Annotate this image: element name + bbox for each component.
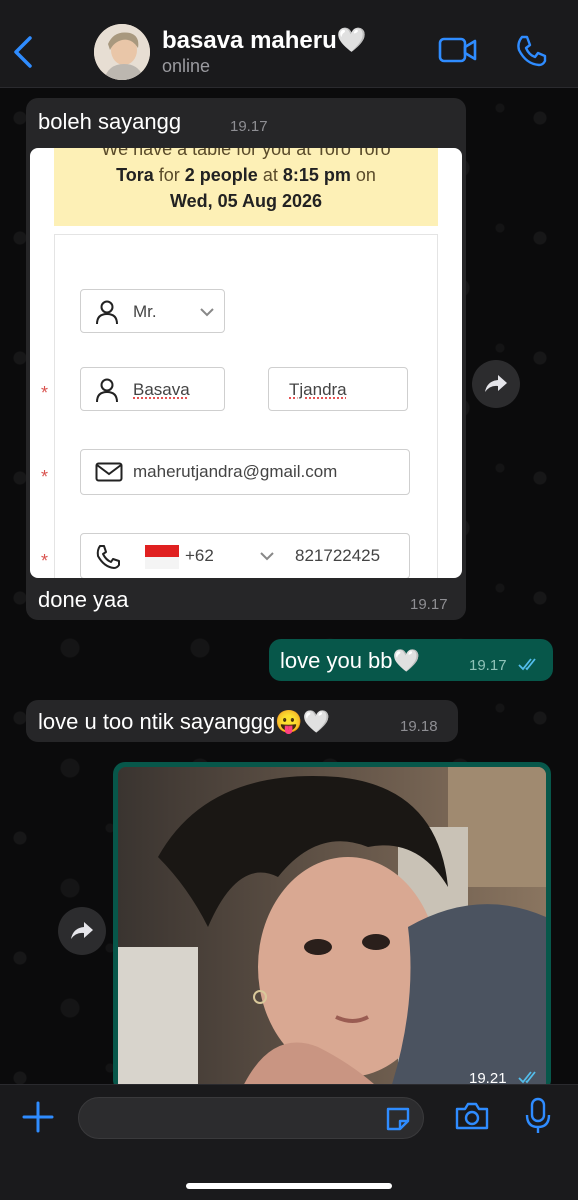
booking-banner: We have a table for you at Toro Toro Tor… bbox=[54, 148, 438, 226]
first-name-value: Basava bbox=[133, 380, 190, 399]
contact-status: online bbox=[162, 56, 211, 76]
chat-header: basava maheru🤍 online bbox=[0, 0, 578, 88]
message-time: 19.18 bbox=[400, 718, 438, 735]
title-select[interactable]: Mr. bbox=[80, 289, 225, 333]
forward-icon bbox=[71, 922, 93, 939]
last-name-value: Tjandra bbox=[289, 380, 347, 399]
message-time: 19.17 bbox=[410, 596, 448, 613]
contact-avatar[interactable] bbox=[94, 24, 150, 80]
read-ticks-icon bbox=[518, 658, 536, 671]
home-indicator bbox=[186, 1183, 392, 1189]
contact-name[interactable]: basava maheru🤍 bbox=[162, 26, 367, 55]
sticker-icon[interactable] bbox=[384, 1105, 412, 1133]
phone-icon[interactable] bbox=[514, 34, 548, 68]
person-icon bbox=[96, 378, 118, 403]
phone-value: 821722425 bbox=[295, 546, 381, 565]
message-input[interactable] bbox=[78, 1097, 424, 1139]
last-name-field[interactable]: Tjandra bbox=[268, 367, 408, 411]
banner-time: 8:15 pm bbox=[282, 165, 351, 185]
message-time: 19.17 bbox=[230, 118, 268, 135]
required-mark: * bbox=[41, 383, 49, 403]
message-text: done yaa bbox=[38, 587, 129, 612]
message-text: love you bb🤍 bbox=[280, 648, 420, 673]
message-time: 19.21 bbox=[469, 1070, 507, 1084]
banner-people: 2 people bbox=[184, 165, 258, 185]
outgoing-photo-message[interactable]: 19.21 bbox=[113, 762, 551, 1084]
video-call-icon[interactable] bbox=[438, 36, 478, 64]
photo[interactable] bbox=[118, 767, 546, 1084]
chevron-left-icon[interactable] bbox=[10, 32, 38, 72]
plus-icon[interactable] bbox=[22, 1101, 54, 1133]
person-icon bbox=[96, 300, 118, 325]
banner-top-text: We have a table for you at Toro Toro bbox=[101, 148, 391, 159]
indonesia-flag-icon bbox=[145, 545, 179, 569]
required-mark: * bbox=[41, 467, 49, 487]
phone-icon bbox=[96, 545, 120, 569]
outgoing-message[interactable]: love you bb🤍 19.17 bbox=[269, 639, 553, 681]
incoming-message[interactable]: love u too ntik sayanggg😛🤍 19.18 bbox=[26, 700, 458, 742]
country-code: +62 bbox=[185, 546, 214, 565]
banner-restaurant: Tora bbox=[116, 165, 154, 185]
message-text: boleh sayangg bbox=[38, 109, 182, 134]
read-ticks-icon bbox=[518, 1071, 536, 1084]
forward-button[interactable] bbox=[58, 907, 106, 955]
title-value: Mr. bbox=[133, 302, 157, 321]
microphone-icon[interactable] bbox=[524, 1097, 552, 1135]
booking-screenshot[interactable]: We have a table for you at Toro Toro Tor… bbox=[30, 148, 462, 578]
composer-bar bbox=[0, 1084, 578, 1200]
booking-form: Mr. * Basava Tjandra * maherutjandra@gma… bbox=[41, 234, 438, 578]
message-text: love u too ntik sayanggg😛🤍 bbox=[38, 709, 331, 734]
phone-field[interactable]: +62 821722425 bbox=[80, 533, 410, 578]
email-field[interactable]: maherutjandra@gmail.com bbox=[80, 449, 410, 495]
forward-button[interactable] bbox=[472, 360, 520, 408]
chat-area[interactable]: boleh sayangg 19.17 We have a table for … bbox=[0, 88, 578, 1084]
forward-icon bbox=[485, 375, 507, 392]
camera-icon[interactable] bbox=[454, 1101, 490, 1131]
message-time: 19.17 bbox=[469, 657, 507, 674]
mail-icon bbox=[95, 462, 123, 482]
chevron-down-icon bbox=[200, 308, 214, 317]
chevron-down-icon bbox=[260, 552, 274, 561]
required-mark: * bbox=[41, 551, 49, 571]
first-name-field[interactable]: Basava bbox=[80, 367, 225, 411]
banner-date: Wed, 05 Aug 2026 bbox=[169, 191, 323, 211]
email-value: maherutjandra@gmail.com bbox=[133, 462, 338, 481]
